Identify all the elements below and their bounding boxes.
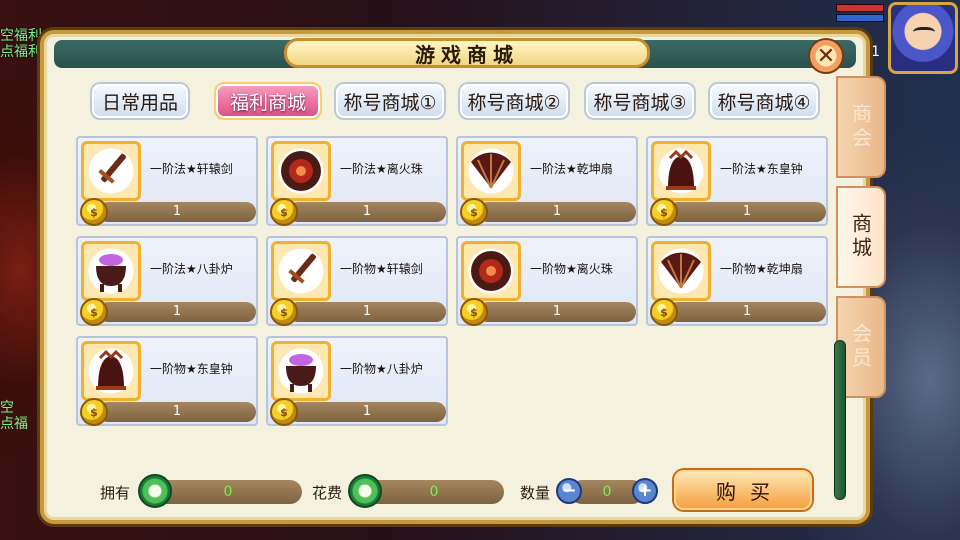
purchase-bar: 拥有 0 花费 0 数量 0 − + 购买 [44, 470, 874, 514]
fire-orb-icon [271, 141, 331, 201]
item-name: 一阶法★八卦炉 [150, 262, 233, 276]
item-card[interactable]: 一阶物★东皇钟 1 $ [76, 336, 258, 426]
item-card[interactable]: 一阶法★八卦炉 1 $ [76, 236, 258, 326]
fan-icon [461, 141, 521, 201]
fan-icon [651, 241, 711, 301]
gold-coin-icon: $ [80, 398, 108, 426]
gold-coin-icon: $ [650, 198, 678, 226]
tab-title-shop-1[interactable]: 称号商城① [334, 82, 446, 120]
background-text-line: 点福利 [0, 44, 42, 60]
item-name: 一阶物★离火珠 [530, 262, 613, 276]
bell-icon [651, 141, 711, 201]
item-name: 一阶物★东皇钟 [150, 362, 233, 376]
item-price: 1 [288, 302, 446, 322]
cauldron-icon [81, 241, 141, 301]
item-card[interactable]: 一阶物★八卦炉 1 $ [266, 336, 448, 426]
gold-coin-icon: $ [270, 398, 298, 426]
item-price: 1 [98, 202, 256, 222]
item-name: 一阶法★东皇钟 [720, 162, 803, 176]
item-name: 一阶法★乾坤扇 [530, 162, 613, 176]
item-card[interactable]: 一阶法★轩辕剑 1 $ [76, 136, 258, 226]
jade-currency-icon [348, 474, 382, 508]
item-name: 一阶物★八卦炉 [340, 362, 423, 376]
item-card[interactable]: 一阶法★离火珠 1 $ [266, 136, 448, 226]
tab-title-shop-4[interactable]: 称号商城④ [708, 82, 820, 120]
side-tab-mall[interactable]: 商城 [836, 186, 886, 288]
item-card[interactable]: 一阶法★东皇钟 1 $ [646, 136, 828, 226]
item-card[interactable]: 一阶物★乾坤扇 1 $ [646, 236, 828, 326]
item-price: 1 [288, 202, 446, 222]
background-text-line: 点福 [0, 416, 28, 432]
gold-coin-icon: $ [270, 198, 298, 226]
cauldron-icon [271, 341, 331, 401]
shop-panel: 游戏商城 ✕ ✽ 日常用品 福利商城 称号商城① 称号商城② 称号商城③ 称号商… [40, 30, 870, 524]
item-price: 1 [478, 302, 636, 322]
tab-title-shop-3[interactable]: 称号商城③ [584, 82, 696, 120]
item-name: 一阶法★离火珠 [340, 162, 423, 176]
gold-coin-icon: $ [650, 298, 678, 326]
background-text-line: 空 [0, 400, 14, 416]
tab-daily-items[interactable]: 日常用品 [90, 82, 190, 120]
scrollbar[interactable] [834, 340, 846, 500]
sword-icon [271, 241, 331, 301]
background-text-line: 空福利 [0, 28, 42, 44]
own-label: 拥有 [100, 484, 131, 502]
background-left-text-lower: 空 点福 [0, 400, 28, 432]
tab-welfare-shop[interactable]: 福利商城 [214, 82, 322, 120]
mp-bar [836, 14, 884, 22]
gold-coin-icon: $ [80, 298, 108, 326]
fire-orb-icon [461, 241, 521, 301]
item-price: 1 [668, 302, 826, 322]
quantity-minus-button[interactable]: − [556, 478, 582, 504]
quantity-label: 数量 [520, 484, 551, 502]
item-card[interactable]: 一阶法★乾坤扇 1 $ [456, 136, 638, 226]
hud-number: 1 [871, 44, 880, 60]
item-name: 一阶法★轩辕剑 [150, 162, 233, 176]
jade-currency-icon [138, 474, 172, 508]
close-button[interactable]: ✕ [808, 38, 844, 74]
cost-label: 花费 [312, 484, 343, 502]
item-price: 1 [98, 302, 256, 322]
item-grid: 一阶法★轩辕剑 1 $ 一阶法★离火珠 1 $ 一阶法★乾坤扇 1 $ 一阶法★… [76, 136, 838, 432]
background-left-text: 空福利 点福利 [0, 28, 42, 60]
own-value: 0 [154, 480, 302, 504]
tab-title-shop-2[interactable]: 称号商城② [458, 82, 570, 120]
item-price: 1 [668, 202, 826, 222]
item-price: 1 [478, 202, 636, 222]
sword-icon [81, 141, 141, 201]
gold-coin-icon: $ [80, 198, 108, 226]
player-avatar[interactable] [888, 2, 958, 74]
item-price: 1 [288, 402, 446, 422]
buy-button[interactable]: 购买 [674, 470, 812, 510]
cost-value: 0 [364, 480, 504, 504]
item-card[interactable]: 一阶物★轩辕剑 1 $ [266, 236, 448, 326]
hp-bar [836, 4, 884, 12]
side-tab-guild-shop[interactable]: 商会 [836, 76, 886, 178]
item-card[interactable]: 一阶物★离火珠 1 $ [456, 236, 638, 326]
item-name: 一阶物★轩辕剑 [340, 262, 423, 276]
item-name: 一阶物★乾坤扇 [720, 262, 803, 276]
bell-icon [81, 341, 141, 401]
gold-coin-icon: $ [460, 298, 488, 326]
window-title: 游戏商城 [284, 38, 650, 68]
gold-coin-icon: $ [460, 198, 488, 226]
quantity-plus-button[interactable]: + [632, 478, 658, 504]
close-icon: ✕ [816, 43, 836, 69]
gold-coin-icon: $ [270, 298, 298, 326]
item-price: 1 [98, 402, 256, 422]
